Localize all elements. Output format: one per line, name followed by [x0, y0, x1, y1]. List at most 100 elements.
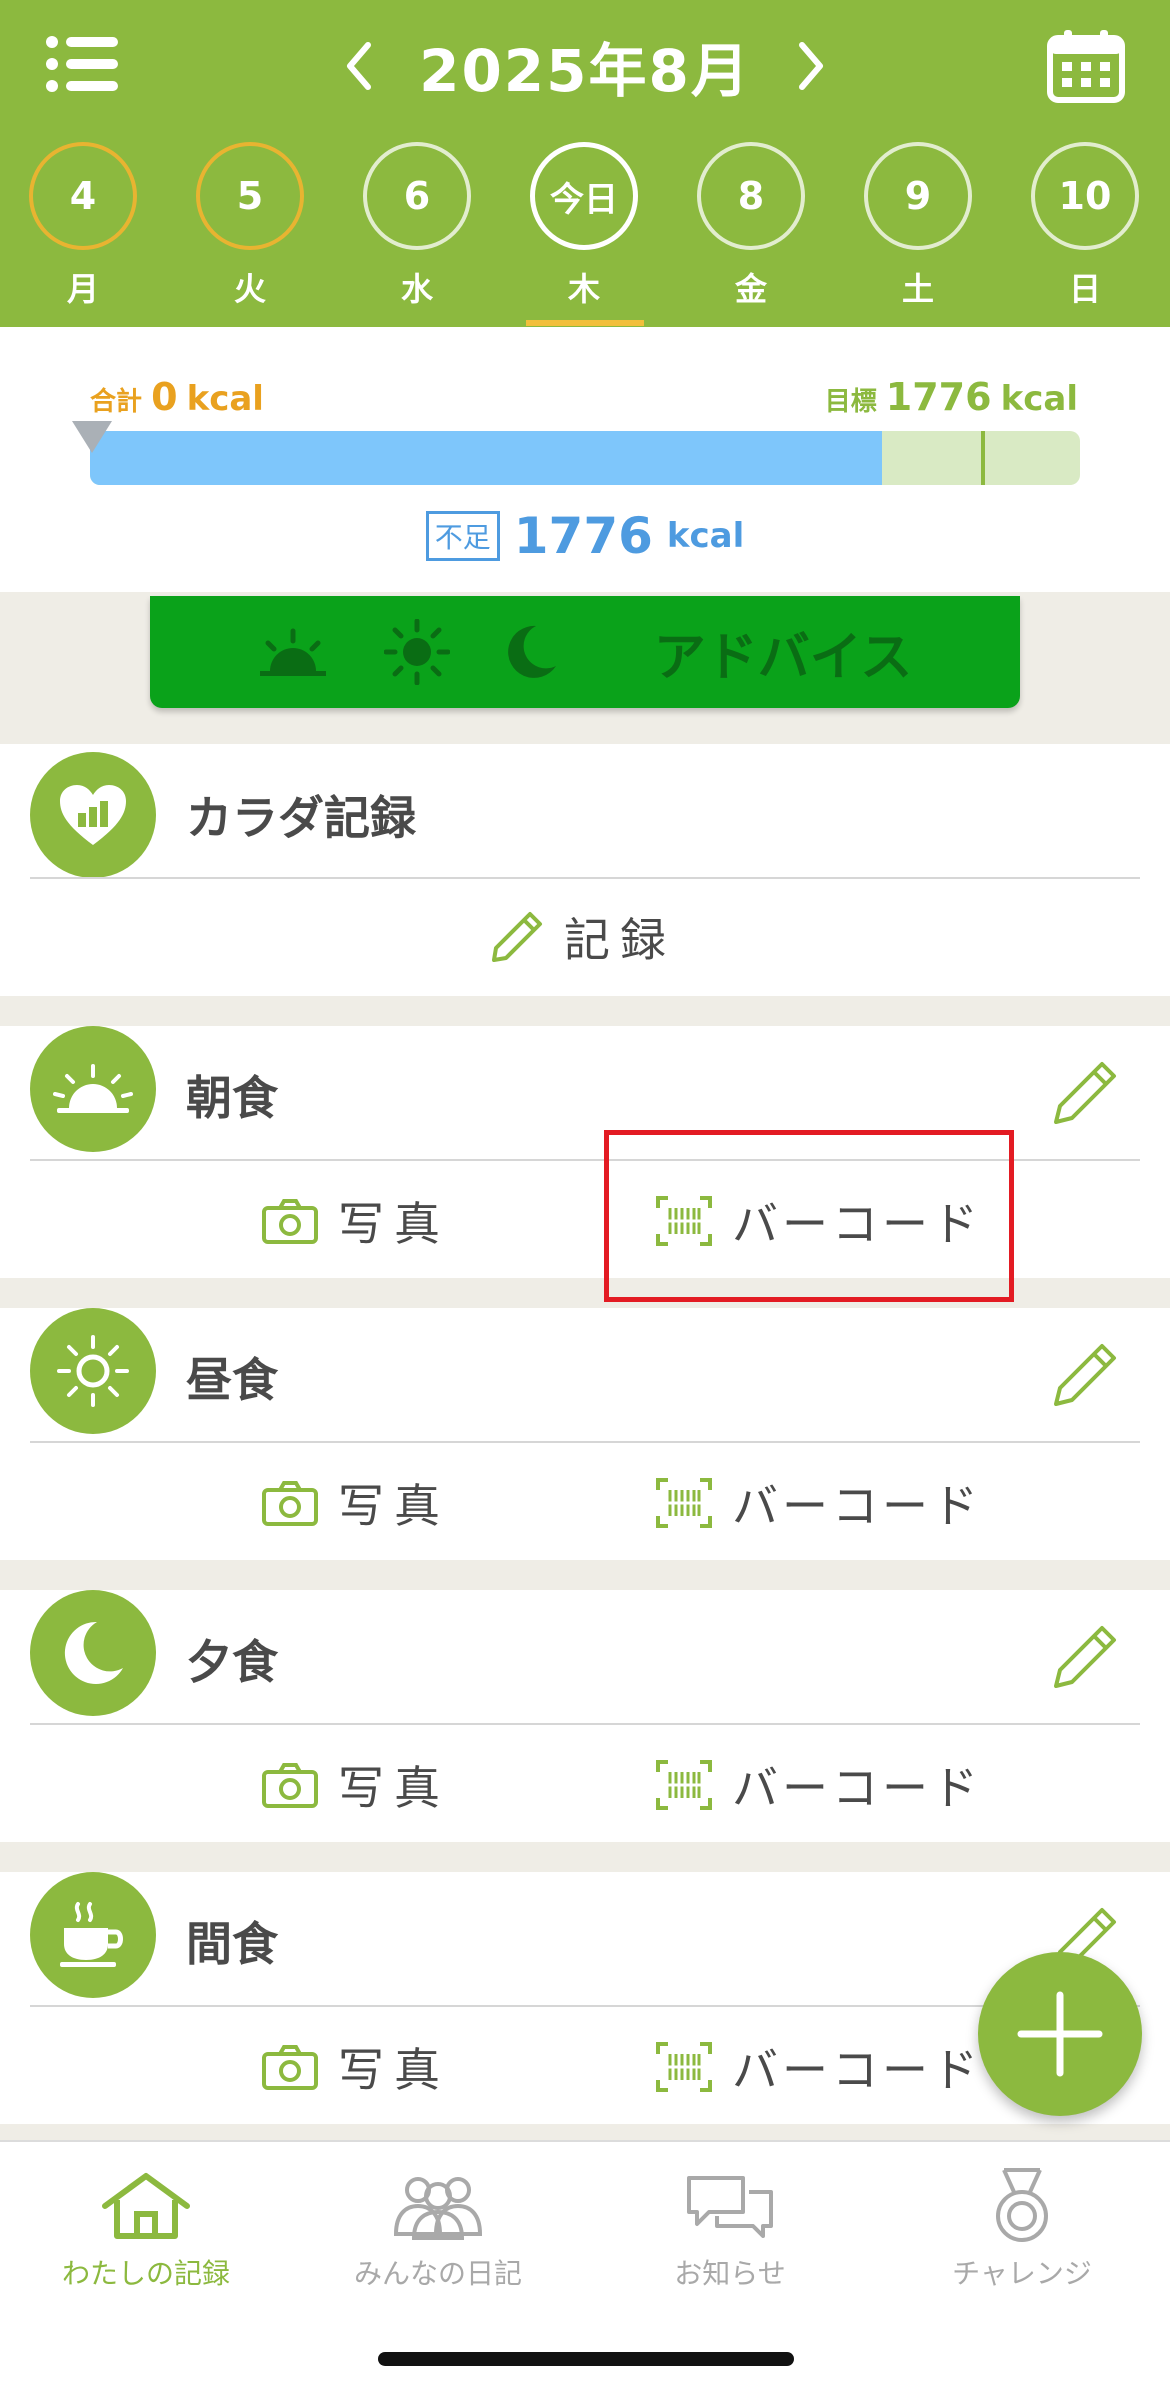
barcode-label: バーコード — [732, 2043, 982, 2097]
edit-lunch-button[interactable] — [1052, 1342, 1118, 1408]
total-prefix: 合計 — [90, 387, 143, 417]
pencil-icon — [1054, 1626, 1116, 1688]
advice-label: アドバイス — [653, 627, 913, 688]
nav-label: みんなの日記 — [353, 2257, 522, 2290]
barcode-scan-icon — [656, 2042, 712, 2092]
nav-label: わたしの記録 — [61, 2257, 230, 2290]
header: 2025年8月 4 月 5 火 6 水 今日 木 8 金 9 土 10 日 — [0, 0, 1170, 327]
day-of-week: 日 — [1068, 270, 1101, 308]
meal-title: 朝食 — [186, 1071, 278, 1125]
record-label: 記録 — [564, 913, 676, 967]
chat-bubbles-icon — [687, 2176, 773, 2238]
photo-button[interactable]: 写真 — [262, 2034, 450, 2100]
photo-label: 写真 — [338, 1761, 450, 1815]
day-of-week: 火 — [233, 270, 266, 308]
pencil-icon — [1054, 1062, 1116, 1124]
total-value: 0 — [151, 375, 178, 419]
dinner-icon-circle — [30, 1590, 156, 1716]
section-divider — [30, 1723, 1140, 1725]
add-fab-button[interactable] — [978, 1952, 1142, 2116]
day-item[interactable]: 10 日 — [1025, 142, 1145, 310]
coffee-cup-icon — [60, 1902, 123, 1967]
calendar-icon — [1047, 30, 1125, 103]
deficit-unit: kcal — [666, 516, 745, 556]
sunrise-icon — [259, 628, 326, 676]
day-of-week: 月 — [66, 270, 99, 308]
day-item[interactable]: 5 火 — [190, 142, 310, 310]
goal-value: 1776 — [885, 375, 992, 419]
chevron-right-icon — [798, 42, 823, 90]
day-item[interactable]: 9 土 — [858, 142, 978, 310]
camera-icon — [262, 1763, 318, 1808]
day-of-week: 水 — [400, 270, 433, 308]
meal-title: 間食 — [186, 1917, 278, 1971]
next-month-button[interactable] — [791, 36, 831, 96]
day-item[interactable]: 4 月 — [23, 142, 143, 310]
edit-dinner-button[interactable] — [1052, 1624, 1118, 1690]
day-circle: 6 — [363, 142, 471, 250]
section-divider — [30, 2005, 1140, 2007]
goal-unit: kcal — [1000, 379, 1078, 419]
medal-icon — [996, 2168, 1048, 2242]
goal-prefix: 目標 — [824, 387, 877, 417]
edit-breakfast-button[interactable] — [1052, 1060, 1118, 1126]
barcode-scan-icon — [656, 1760, 712, 1810]
day-circle: 8 — [697, 142, 805, 250]
current-pointer — [72, 421, 112, 453]
body-record-icon-circle — [30, 752, 156, 878]
day-circle: 9 — [864, 142, 972, 250]
deficit-value: 1776 — [513, 507, 653, 565]
people-icon — [393, 2177, 483, 2240]
week-day-selector: 4 月 5 火 6 水 今日 木 8 金 9 土 10 日 — [0, 142, 1170, 327]
day-circle: 10 — [1031, 142, 1139, 250]
nav-everyone-diary[interactable]: みんなの日記 — [292, 2166, 584, 2292]
advice-button[interactable]: アドバイス — [150, 596, 1020, 708]
camera-icon — [262, 1481, 318, 1526]
calorie-progress-bar — [90, 431, 1080, 485]
nav-challenge[interactable]: チャレンジ — [876, 2166, 1168, 2292]
prev-month-button[interactable] — [339, 36, 379, 96]
camera-icon — [262, 2045, 318, 2090]
body-record-button[interactable]: 記録 — [490, 904, 676, 970]
barcode-button[interactable]: バーコード — [656, 1470, 982, 1536]
day-of-week: 金 — [734, 270, 767, 308]
nav-label: お知らせ — [674, 2257, 786, 2290]
day-circle: 5 — [196, 142, 304, 250]
moon-icon — [64, 1621, 123, 1684]
barcode-button[interactable]: バーコード — [656, 2034, 982, 2100]
photo-button[interactable]: 写真 — [262, 1470, 450, 1536]
home-icon — [102, 2173, 190, 2239]
day-circle: 今日 — [530, 142, 638, 250]
day-item[interactable]: 8 金 — [691, 142, 811, 310]
section-divider — [30, 877, 1140, 879]
nav-notifications[interactable]: お知らせ — [584, 2166, 876, 2292]
photo-button[interactable]: 写真 — [262, 1188, 450, 1254]
photo-label: 写真 — [338, 1479, 450, 1533]
nav-label: チャレンジ — [952, 2257, 1092, 2290]
meal-section-dinner: 夕食 写真 バーコード — [0, 1590, 1170, 1842]
day-item[interactable]: 6 水 — [357, 142, 477, 310]
goal-calories: 目標 1776 kcal — [825, 375, 1078, 419]
snack-icon-circle — [30, 1872, 156, 1998]
day-item-today[interactable]: 今日 木 — [524, 142, 644, 310]
calendar-button[interactable] — [1046, 28, 1126, 104]
section-divider — [30, 1441, 1140, 1443]
nav-my-records[interactable]: わたしの記録 — [0, 2166, 292, 2292]
meal-title: 夕食 — [186, 1635, 278, 1689]
camera-icon — [262, 1199, 318, 1244]
moon-icon — [507, 625, 556, 678]
barcode-label: バーコード — [732, 1761, 982, 1815]
total-unit: kcal — [186, 379, 264, 419]
barcode-button[interactable]: バーコード — [656, 1752, 982, 1818]
calorie-progress-fill — [90, 431, 882, 485]
pencil-icon — [492, 912, 542, 962]
day-of-week: 木 — [567, 270, 600, 308]
sunrise-icon — [53, 1064, 133, 1113]
photo-button[interactable]: 写真 — [262, 1752, 450, 1818]
heart-chart-icon — [60, 785, 126, 845]
meal-title: 昼食 — [186, 1353, 278, 1407]
month-title: 2025年8月 — [419, 37, 751, 105]
calorie-deficit: 不足 1776 kcal — [0, 507, 1170, 565]
deficit-badge: 不足 — [425, 511, 500, 561]
calorie-summary: 合計 0 kcal 目標 1776 kcal 不足 1776 kcal — [0, 327, 1170, 592]
